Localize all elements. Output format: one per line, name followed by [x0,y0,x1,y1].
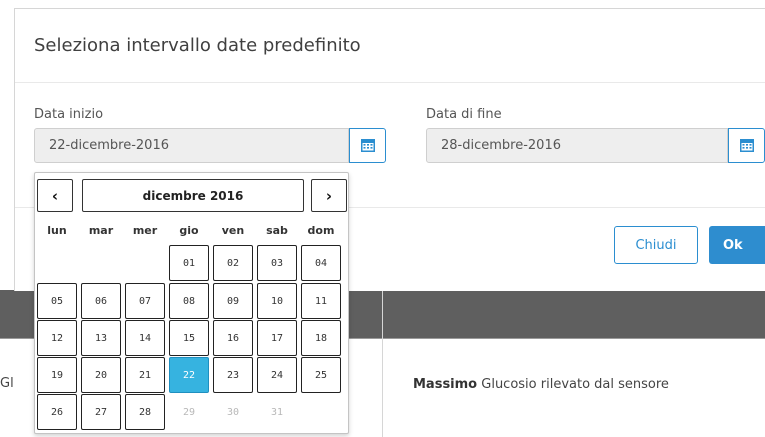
weekday-header: sab [266,224,288,237]
day-cell: 29 [169,394,209,430]
day-cell[interactable]: 24 [257,357,297,393]
day-cell[interactable]: 04 [301,245,341,281]
weekday-header: lun [47,224,67,237]
weekday-header: dom [307,224,335,237]
day-cell[interactable]: 27 [81,394,121,430]
day-cell[interactable]: 08 [169,283,209,319]
day-cell[interactable]: 15 [169,320,209,356]
background-column-divider [382,290,383,437]
day-cell: 30 [213,394,253,430]
ok-button[interactable]: Ok [709,226,765,264]
weekday-header: ven [221,224,245,237]
day-cell[interactable]: 01 [169,245,209,281]
day-cell[interactable]: 13 [81,320,121,356]
modal-header: Seleziona intervallo date predefinito [15,9,765,83]
day-cell[interactable]: 28 [125,394,165,430]
day-cell[interactable]: 07 [125,283,165,319]
weekday-header: mar [88,224,114,237]
day-cell[interactable]: 23 [213,357,253,393]
background-right-bold: Massimo [413,377,478,392]
day-cell: 31 [257,394,297,430]
previous-month-button[interactable]: ‹ [37,179,73,212]
background-left-label: Gl [0,376,14,391]
next-month-button[interactable]: › [311,179,347,212]
modal-title: Seleziona intervallo date predefinito [34,35,361,56]
day-cell[interactable]: 21 [125,357,165,393]
end-date-label: Data di fine [426,107,502,122]
end-date-calendar-button[interactable] [728,128,765,163]
start-date-calendar-button[interactable] [349,128,386,163]
day-cell[interactable]: 11 [301,283,341,319]
day-cell[interactable]: 25 [301,357,341,393]
end-date-group: 28-dicembre-2016 [426,128,765,163]
day-cell[interactable]: 03 [257,245,297,281]
selected-day-cell[interactable]: 22 [169,357,209,393]
start-date-group: 22-dicembre-2016 [34,128,386,163]
day-cell[interactable]: 06 [81,283,121,319]
weekday-header: gio [179,224,199,237]
start-date-input[interactable]: 22-dicembre-2016 [34,128,349,163]
start-date-label: Data inizio [34,107,104,122]
calendar-icon [739,139,754,152]
day-cell[interactable]: 14 [125,320,165,356]
day-cell[interactable]: 18 [301,320,341,356]
day-cell[interactable]: 02 [213,245,253,281]
weekday-header: mer [132,224,158,237]
calendar-icon [360,139,375,152]
day-cell[interactable]: 09 [213,283,253,319]
datepicker-month-title[interactable]: dicembre 2016 [82,179,304,212]
datepicker-popup: ‹ dicembre 2016 › lun mar mer gio ven sab dom 0… [34,172,349,434]
day-cell[interactable]: 16 [213,320,253,356]
end-date-input[interactable]: 28-dicembre-2016 [426,128,728,163]
close-button[interactable]: Chiudi [614,226,698,264]
day-cell[interactable]: 20 [81,357,121,393]
day-cell[interactable]: 10 [257,283,297,319]
day-cell[interactable]: 26 [37,394,77,430]
day-cell[interactable]: 12 [37,320,77,356]
datepicker-header: ‹ dicembre 2016 › [37,179,347,213]
day-cell[interactable]: 05 [37,283,77,319]
day-cell[interactable]: 19 [37,357,77,393]
background-right-rest: Glucosio rilevato dal sensore [477,377,669,392]
background-right-label: Massimo Glucosio rilevato dal sensore [413,377,669,392]
day-cell[interactable]: 17 [257,320,297,356]
